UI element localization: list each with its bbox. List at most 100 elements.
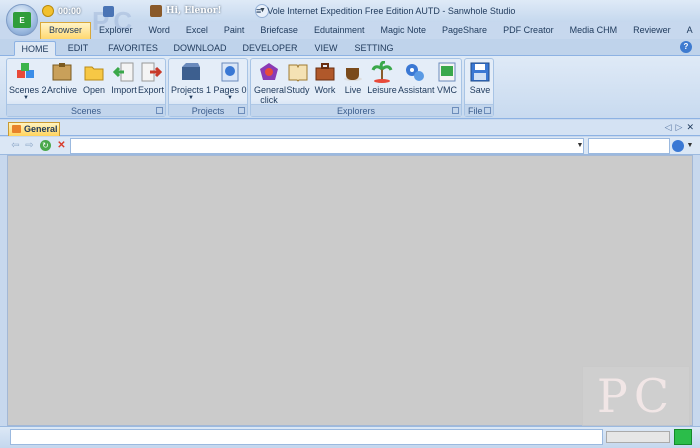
assistant-label: Assistant [398, 85, 435, 95]
dialog-launcher-icon[interactable] [452, 107, 459, 114]
clock-icon[interactable] [42, 5, 54, 17]
archive-button[interactable]: Archive [47, 61, 77, 105]
tab-close-icon[interactable]: ✕ [686, 122, 694, 133]
refresh-icon[interactable]: ↻ [40, 140, 51, 151]
group-scenes: Scenes 2 ▼ Archive Open Import Export Sc… [6, 58, 166, 117]
user-icon[interactable] [150, 5, 163, 17]
dialog-launcher-icon[interactable] [156, 107, 163, 114]
scenes-icon [17, 63, 34, 78]
window-title: ≡ Vole Internet Expedition Free Edition A… [256, 6, 515, 16]
address-bar: ⇦ ⇨ ↻ ✕ ▼ ▼ [0, 137, 700, 155]
title-bar: PC 00:00 Hi, Elenor! ▼ ≡ Vole Internet Ex… [0, 0, 700, 36]
projects-button[interactable]: Projects 1 ▼ [171, 61, 211, 105]
ribbon-tab-developer[interactable]: DEVELOPER [242, 41, 298, 56]
app-tab-pdf-creator[interactable]: PDF Creator [495, 22, 562, 39]
app-tab-pageshare[interactable]: PageShare [434, 22, 495, 39]
user-greeting: Hi, Elenor! [166, 6, 222, 16]
search-icon[interactable] [672, 140, 684, 152]
general-click-label: General click [254, 85, 287, 105]
chevron-down-icon: ▼ [23, 95, 29, 101]
quick-access-toolbar: 00:00 Hi, Elenor! ▼ [42, 3, 270, 19]
import-icon [113, 62, 134, 82]
dialog-launcher-icon[interactable] [484, 107, 491, 114]
status-indicator [674, 429, 692, 445]
ribbon-tab-view[interactable]: VIEW [310, 41, 342, 56]
window-title-text: Vole Internet Expedition Free Edition AU… [267, 6, 516, 16]
leisure-label: Leisure [367, 85, 397, 95]
study-button[interactable]: Study [285, 61, 311, 105]
app-tab-reviewer[interactable]: Reviewer [625, 22, 679, 39]
clock-text: 00:00 [58, 6, 82, 16]
palm-tree-icon [371, 61, 393, 83]
archive-label: Archive [47, 85, 78, 95]
group-file: Save File [464, 58, 494, 117]
pages-button[interactable]: Pages 0 ▼ [213, 61, 247, 105]
app-tab-paint[interactable]: Paint [216, 22, 253, 39]
vmc-button[interactable]: VMC [435, 61, 459, 105]
export-icon [141, 62, 162, 82]
address-input[interactable] [70, 138, 584, 154]
app-logo-icon: E [13, 12, 31, 28]
import-label: Import [111, 85, 137, 95]
app-tab-explorer[interactable]: Explorer [91, 22, 141, 39]
progress-bar [606, 431, 670, 443]
back-icon[interactable]: ⇦ [10, 140, 21, 151]
status-text-field[interactable] [10, 429, 603, 445]
app-tab-more[interactable]: A [679, 22, 700, 39]
vmc-icon [438, 62, 456, 82]
scenes-button[interactable]: Scenes 2 ▼ [9, 61, 47, 105]
address-dropdown-icon[interactable]: ▼ [576, 139, 584, 153]
chevron-down-icon: ▼ [227, 95, 233, 101]
title-separator: ≡ [256, 6, 262, 16]
leisure-button[interactable]: Leisure [367, 61, 397, 105]
projects-label: Projects 1 [171, 85, 212, 95]
work-button[interactable]: Work [312, 61, 338, 105]
export-label: Export [137, 85, 164, 95]
app-tab-briefcase[interactable]: Briefcase [252, 22, 306, 39]
app-tab-media-chm[interactable]: Media CHM [562, 22, 626, 39]
dialog-launcher-icon[interactable] [238, 107, 245, 114]
book-icon [288, 64, 308, 82]
search-input[interactable] [588, 138, 670, 154]
app-tab-excel[interactable]: Excel [178, 22, 216, 39]
open-label: Open [82, 85, 106, 95]
save-button[interactable]: Save [467, 61, 493, 105]
ribbon-tab-favorites[interactable]: FAVORITES [104, 41, 162, 56]
study-label: Study [286, 85, 310, 95]
stop-icon[interactable]: ✕ [56, 140, 67, 151]
app-tab-magic-note[interactable]: Magic Note [372, 22, 434, 39]
forward-icon[interactable]: ⇨ [24, 140, 35, 151]
app-tab-edutainment[interactable]: Edutainment [306, 22, 373, 39]
status-bar [0, 426, 700, 448]
folder-open-icon [84, 66, 104, 81]
app-tab-browser[interactable]: Browser [40, 22, 92, 39]
export-button[interactable]: Export [137, 61, 165, 105]
ribbon-tab-edit[interactable]: EDIT [62, 41, 94, 56]
briefcase-icon [315, 63, 335, 81]
tab-general[interactable]: General [8, 122, 60, 136]
help-icon[interactable]: ? [680, 41, 692, 53]
app-menu-button[interactable]: E [6, 4, 38, 36]
toolbar-icon[interactable] [103, 5, 115, 17]
group-scenes-label: Scenes [7, 104, 165, 116]
ribbon-tab-download[interactable]: DOWNLOAD [170, 41, 230, 56]
ribbon-tab-home[interactable]: HOME [14, 41, 56, 56]
ribbon-tab-setting[interactable]: SETTING [352, 41, 396, 56]
tab-navigation: ◁ ▷ ✕ [665, 122, 694, 133]
app-tab-word[interactable]: Word [141, 22, 178, 39]
search-dropdown-icon[interactable]: ▼ [686, 139, 694, 153]
ribbon: Scenes 2 ▼ Archive Open Import Export Sc… [0, 56, 700, 119]
tab-general-label: General [24, 124, 58, 134]
chevron-down-icon: ▼ [188, 95, 194, 101]
live-label: Live [344, 85, 362, 95]
tab-prev-icon[interactable]: ◁ [665, 122, 672, 133]
save-label: Save [469, 85, 491, 95]
import-button[interactable]: Import [109, 61, 139, 105]
scenes-label: Scenes 2 [9, 85, 47, 95]
open-button[interactable]: Open [80, 61, 108, 105]
assistant-button[interactable]: Assistant [398, 61, 435, 105]
live-button[interactable]: Live [340, 61, 366, 105]
vmc-label: VMC [437, 85, 457, 95]
tab-next-icon[interactable]: ▷ [676, 122, 683, 133]
general-click-button[interactable]: General click [253, 61, 287, 105]
